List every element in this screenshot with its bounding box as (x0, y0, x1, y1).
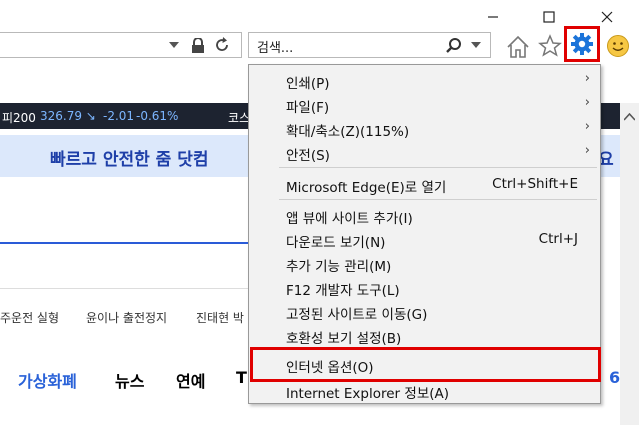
menu-item-label: F12 개발자 도구(L) (286, 283, 400, 299)
menu-item-label: 앱 뷰에 사이트 추가(I) (286, 211, 413, 227)
menu-item-about-ie[interactable]: Internet Explorer 정보(A) (249, 379, 600, 402)
trending-keyword[interactable]: 주운전 실형 (0, 309, 59, 326)
dropdown-arrow-icon[interactable] (471, 42, 481, 50)
menu-item-add-site-app-view[interactable]: 앱 뷰에 사이트 추가(I) (249, 204, 600, 227)
refresh-icon[interactable] (214, 37, 230, 53)
smiley-icon[interactable] (606, 34, 630, 58)
search-underline (0, 242, 250, 244)
menu-item-manage-addons[interactable]: 추가 기능 관리(M) (249, 252, 600, 275)
nav-item-crypto[interactable]: 가상화폐 (18, 368, 77, 392)
submenu-arrow-icon: › (584, 71, 590, 86)
maximize-button[interactable] (536, 6, 562, 28)
address-bar[interactable] (0, 32, 242, 58)
menu-item-zoom[interactable]: 확대/축소(Z)(115%) › (249, 117, 600, 140)
dropdown-arrow-icon[interactable] (169, 42, 179, 50)
nav-item-tv[interactable]: T (236, 368, 247, 387)
page-scrollbar[interactable] (620, 103, 639, 425)
menu-item-label: 고정된 사이트로 이동(G) (286, 307, 428, 323)
banner-text: 빠르고 안전한 줌 닷컴 (50, 150, 209, 170)
menu-item-pinned-sites[interactable]: 고정된 사이트로 이동(G) (249, 300, 600, 323)
menu-shortcut: Ctrl+Shift+E (492, 176, 578, 192)
scroll-up-icon[interactable] (624, 113, 635, 121)
home-icon[interactable] (505, 34, 531, 60)
menu-item-label: 호환성 보기 설정(B) (286, 331, 402, 347)
menu-item-label: 파일(F) (286, 100, 330, 116)
menu-item-safety[interactable]: 안전(S) › (249, 141, 600, 164)
nav-item-entertainment[interactable]: 연예 (176, 368, 205, 392)
menu-item-label: 추가 기능 관리(M) (286, 259, 392, 275)
submenu-arrow-icon: › (584, 119, 590, 134)
gear-icon[interactable] (570, 32, 594, 56)
ticker-next-label: 코스 (228, 111, 251, 125)
menu-item-label: 인터넷 옵션(O) (286, 360, 374, 376)
ticker-value: 326.79 ↘ (40, 109, 96, 123)
menu-separator (279, 199, 597, 200)
menu-item-file[interactable]: 파일(F) › (249, 93, 600, 116)
menu-item-view-downloads[interactable]: 다운로드 보기(N) Ctrl+J (249, 228, 600, 251)
search-input[interactable]: 검색... (257, 37, 293, 56)
close-button[interactable] (594, 6, 620, 28)
menu-item-open-edge[interactable]: Microsoft Edge(E)로 열기 Ctrl+Shift+E (249, 173, 600, 196)
menu-item-compat-view[interactable]: 호환성 보기 설정(B) (249, 324, 600, 347)
menu-item-label: 확대/축소(Z)(115%) (286, 124, 410, 140)
minimize-icon (488, 16, 498, 18)
menu-item-label: Microsoft Edge(E)로 열기 (286, 180, 447, 196)
close-icon (601, 11, 613, 23)
maximize-icon (543, 11, 555, 23)
menu-item-internet-options[interactable]: 인터넷 옵션(O) (250, 347, 601, 382)
submenu-arrow-icon: › (584, 143, 590, 158)
ticker-label: 피200 (2, 111, 36, 125)
menu-item-label: 인쇄(P) (286, 76, 330, 92)
divider (0, 288, 250, 289)
search-box[interactable]: 검색... (248, 32, 491, 58)
lock-icon (192, 38, 204, 53)
menu-item-label: 다운로드 보기(N) (286, 235, 386, 251)
favorites-star-icon[interactable] (538, 34, 562, 58)
ticker-percent: -0.61% (136, 109, 179, 123)
submenu-arrow-icon: › (584, 95, 590, 110)
search-icon[interactable] (445, 37, 463, 55)
menu-separator (279, 167, 597, 168)
nav-item-tail[interactable]: 6 (609, 368, 620, 387)
minimize-button[interactable] (480, 6, 506, 28)
menu-item-print[interactable]: 인쇄(P) › (249, 69, 600, 92)
ticker-change: -2.01 (103, 109, 135, 123)
nav-item-news[interactable]: 뉴스 (115, 368, 144, 392)
menu-shortcut: Ctrl+J (538, 231, 578, 247)
menu-item-label: 안전(S) (286, 148, 330, 164)
trending-keyword[interactable]: 진태현 박 (196, 309, 244, 326)
trending-keyword[interactable]: 윤이나 출전정지 (86, 309, 167, 326)
menu-item-dev-tools[interactable]: F12 개발자 도구(L) (249, 276, 600, 299)
menu-item-label: Internet Explorer 정보(A) (286, 386, 450, 402)
